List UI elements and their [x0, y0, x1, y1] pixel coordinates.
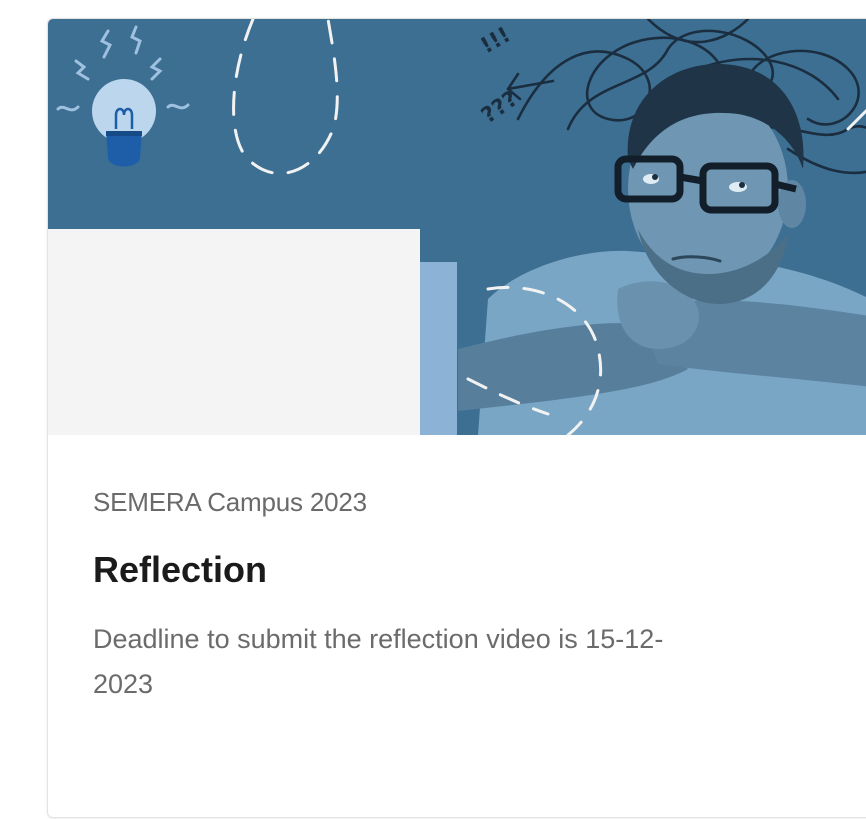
card-description: Deadline to submit the reflection video …: [93, 624, 664, 699]
question-marks: ???: [477, 86, 523, 128]
light-bulb-icon: [56, 25, 190, 167]
course-name: SEMERA Campus 2023: [93, 487, 367, 517]
assignment-card[interactable]: !!! ??? SEMERA Campus 2023 Reflection De…: [47, 18, 866, 818]
illustration-panel: [48, 229, 420, 435]
illustration-accent-bar: [420, 262, 457, 435]
exclamation-marks: !!!: [477, 22, 516, 59]
card-title[interactable]: Reflection: [93, 549, 267, 591]
card-banner-image: !!! ???: [48, 19, 866, 435]
card-body: SEMERA Campus 2023 Reflection Deadline t…: [48, 435, 866, 817]
